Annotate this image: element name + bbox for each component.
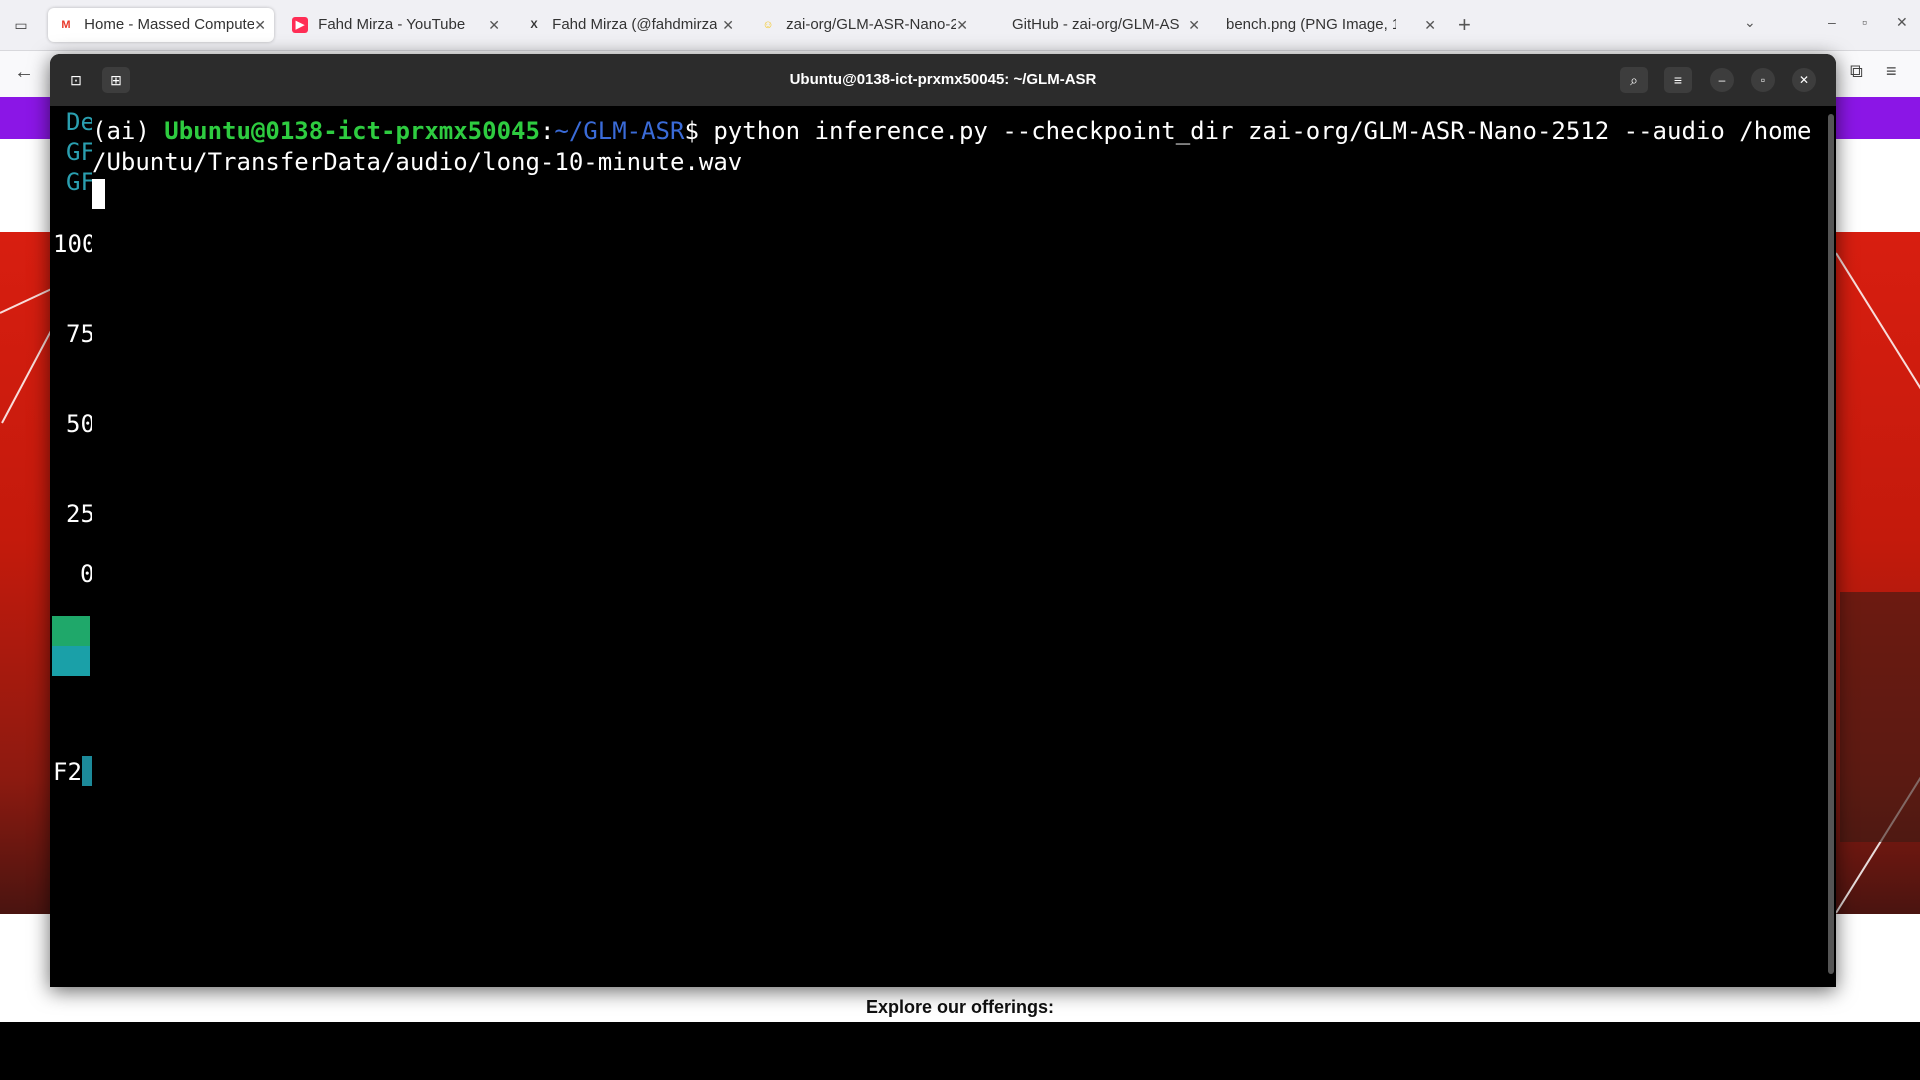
terminal-header-bar: ⊡ ⊞ Ubuntu@0138-ict-prxmx50045: ~/GLM-AS… xyxy=(50,54,1836,106)
maximize-icon[interactable]: ▫ xyxy=(1862,14,1867,30)
terminal-window[interactable]: ⊡ ⊞ Ubuntu@0138-ict-prxmx50045: ~/GLM-AS… xyxy=(50,54,1836,987)
fragment-text: F2 xyxy=(53,758,82,786)
terminal-title: Ubuntu@0138-ict-prxmx50045: ~/GLM-ASR xyxy=(789,71,1097,88)
terminal-output: (ai) Ubuntu@0138-ict-prxmx50045:~/GLM-AS… xyxy=(92,116,1822,209)
tab-label: Fahd Mirza - YouTube xyxy=(318,16,466,34)
close-tab-icon[interactable]: ✕ xyxy=(1424,8,1436,42)
massed-compute-favicon-icon: M xyxy=(61,19,71,32)
prompt-separator: : xyxy=(539,117,555,145)
command-text: python inference.py --checkpoint_dir zai… xyxy=(713,117,1812,145)
new-tab-button[interactable]: + xyxy=(1458,10,1471,40)
fragment-text: 100 xyxy=(53,230,92,258)
explore-offerings-heading: Explore our offerings: xyxy=(865,997,1054,1017)
terminal-scrollbar[interactable] xyxy=(1828,114,1834,974)
close-tab-icon[interactable]: ✕ xyxy=(488,8,500,42)
minimize-icon[interactable]: – xyxy=(1828,14,1836,30)
minimize-icon[interactable]: – xyxy=(1710,68,1734,92)
fragment-text: GF xyxy=(66,138,92,166)
youtube-favicon-icon: ▶ xyxy=(292,17,308,34)
puzzle-icon[interactable]: ⧉ xyxy=(1850,61,1863,82)
close-tab-icon[interactable]: ✕ xyxy=(254,8,266,42)
tab-list-icon[interactable]: ▭ xyxy=(10,14,32,36)
fragment-text: De xyxy=(66,108,92,136)
close-icon[interactable]: ✕ xyxy=(1792,68,1816,92)
fragment-text: 50 xyxy=(66,410,92,438)
browser-tab-bar: ▭ M Home - Massed Compute ✕ ▶ Fahd Mirza… xyxy=(0,0,1920,51)
fragment-text: GF xyxy=(66,168,92,196)
tab-label: GitHub - zai-org/GLM-AS xyxy=(1012,16,1180,34)
tab-label: Home - Massed Compute xyxy=(84,16,255,34)
hamburger-menu-icon[interactable]: ≡ xyxy=(1664,67,1692,93)
fragment-highlight xyxy=(82,756,92,786)
background-window-fragment: De GF GF 100 75 50 25 0 F2 xyxy=(50,106,92,987)
tab-label: Fahd Mirza (@fahdmirza xyxy=(552,16,718,34)
hero-decor-line xyxy=(0,286,55,314)
prompt-path: ~/GLM-ASR xyxy=(554,117,685,145)
huggingface-favicon-icon: ☺ xyxy=(762,19,774,32)
back-arrow-icon[interactable]: ← xyxy=(14,61,34,84)
fragment-text: 25 xyxy=(66,500,92,528)
search-icon[interactable]: ⌕ xyxy=(1620,67,1648,93)
fragment-text: 0 xyxy=(80,560,92,588)
screen-bottom-bar xyxy=(0,1022,1920,1080)
x-favicon-icon: X xyxy=(530,19,538,32)
close-tab-icon[interactable]: ✕ xyxy=(722,8,734,42)
tab-label: zai-org/GLM-ASR-Nano-2 xyxy=(786,16,957,34)
prompt-env: (ai) xyxy=(92,117,165,145)
fragment-text: 75 xyxy=(66,320,92,348)
tab-youtube[interactable]: ▶ Fahd Mirza - YouTube ✕ xyxy=(282,8,508,42)
tab-x-profile[interactable]: X Fahd Mirza (@fahdmirza ✕ xyxy=(516,8,742,42)
prompt-dollar: $ xyxy=(684,117,714,145)
legend-swatch-teal xyxy=(52,646,90,676)
maximize-icon[interactable]: ▫ xyxy=(1751,68,1775,92)
hero-decor-line xyxy=(1835,252,1920,390)
terminal-body[interactable]: De GF GF 100 75 50 25 0 F2 (ai) Ubuntu@0… xyxy=(50,106,1836,987)
close-window-icon[interactable]: ✕ xyxy=(1896,14,1908,31)
hero-skyline xyxy=(1840,592,1920,842)
tab-label: bench.png (PNG Image, 160 xyxy=(1226,16,1396,34)
tab-huggingface-model[interactable]: ☺ zai-org/GLM-ASR-Nano-2 ✕ xyxy=(750,8,976,42)
command-text-continued: /Ubuntu/TransferData/audio/long-10-minut… xyxy=(92,148,743,176)
tab-github[interactable]: GitHub - zai-org/GLM-AS ✕ xyxy=(1002,8,1208,42)
tab-home-massed-compute[interactable]: M Home - Massed Compute ✕ xyxy=(48,8,274,42)
prompt-user-host: Ubuntu@0138-ict-prxmx50045 xyxy=(164,117,540,145)
list-all-tabs-chevron-icon[interactable]: ⌄ xyxy=(1744,14,1756,31)
text-cursor xyxy=(92,179,105,209)
close-tab-icon[interactable]: ✕ xyxy=(956,8,968,42)
legend-swatch-green xyxy=(52,616,90,646)
hamburger-menu-icon[interactable]: ≡ xyxy=(1886,61,1897,82)
close-tab-icon[interactable]: ✕ xyxy=(1188,8,1200,42)
tab-bench-png[interactable]: bench.png (PNG Image, 160 ✕ xyxy=(1216,8,1444,42)
